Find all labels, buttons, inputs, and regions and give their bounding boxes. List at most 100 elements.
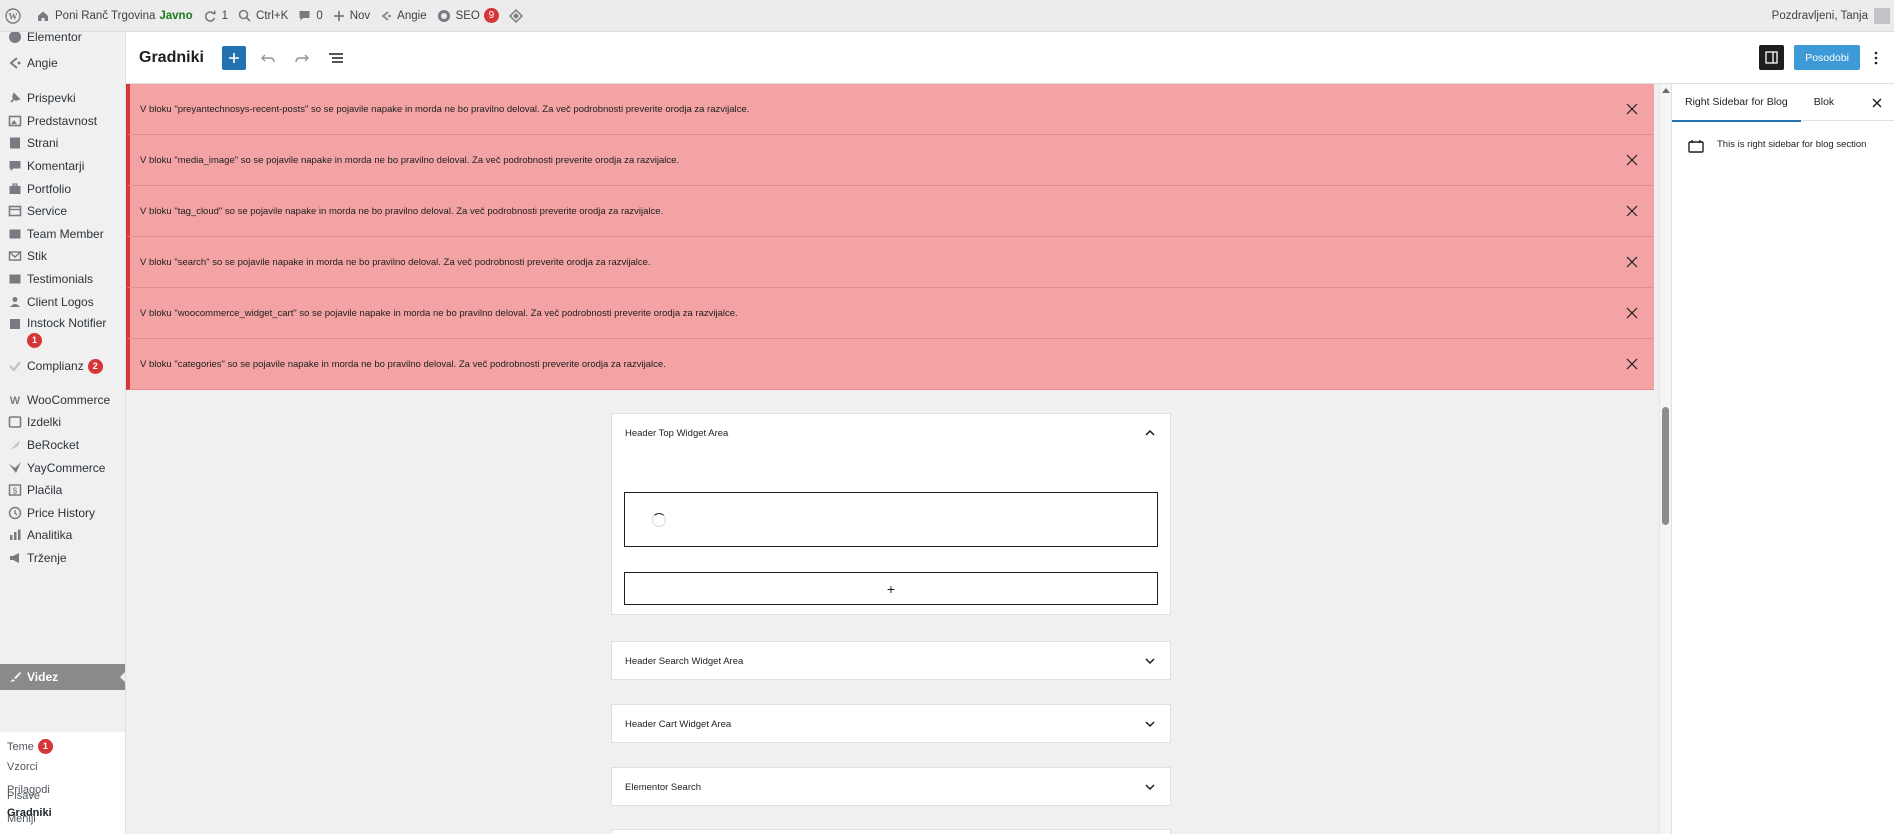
angie-link[interactable]: Angie [375, 0, 431, 32]
menu-item-trzenje[interactable]: Trženje [0, 547, 125, 569]
menu-item-client-logos[interactable]: Client Logos [0, 291, 125, 313]
menu-item-elementor[interactable]: Elementor [0, 32, 125, 44]
editor-header: Gradniki Posodobi [126, 32, 1894, 84]
menu-item-angie[interactable]: Angie [0, 52, 125, 74]
seo-count-badge: 9 [483, 8, 499, 23]
widget-area-header[interactable]: Header Cart Widget Area [612, 705, 1170, 744]
site-name-link[interactable]: Poni Ranč Trgovina Javno [31, 0, 198, 32]
scrollbar-thumb[interactable] [1662, 407, 1669, 525]
menu-item-komentarji[interactable]: Komentarji [0, 155, 125, 177]
wordpress-logo-button[interactable]: W [0, 0, 31, 32]
dismiss-notice-button[interactable] [1624, 254, 1640, 270]
menu-item-strani[interactable]: Strani [0, 132, 125, 154]
comments-link[interactable]: 0 [293, 0, 327, 32]
chart-icon [5, 527, 25, 543]
widget-area-panel [611, 829, 1171, 834]
updates-link[interactable]: 1 [198, 0, 233, 32]
close-sidebar-button[interactable] [1870, 96, 1883, 109]
dismiss-notice-button[interactable] [1624, 356, 1640, 372]
menu-item-team-member[interactable]: Team Member [0, 223, 125, 245]
updates-count: 1 [221, 9, 229, 22]
error-notice: V bloku "media_image" so se pojavile nap… [126, 135, 1654, 186]
search-icon [238, 9, 251, 22]
widget-area-icon [1688, 140, 1704, 153]
menu-item-izdelki[interactable]: Izdelki [0, 411, 125, 433]
close-icon [1626, 205, 1638, 217]
dismiss-notice-button[interactable] [1624, 101, 1640, 117]
submenu-item-pisave[interactable]: Pisave [7, 790, 40, 802]
menu-item-placila[interactable]: $ Plačila [0, 479, 125, 501]
pin-icon [5, 90, 25, 106]
menu-item-woocommerce[interactable]: W WooCommerce [0, 389, 125, 411]
submenu-label: Teme [7, 740, 34, 753]
redo-button[interactable] [290, 46, 314, 70]
loading-block[interactable] [624, 492, 1158, 547]
menu-item-analitika[interactable]: Analitika [0, 524, 125, 546]
list-view-button[interactable] [324, 46, 348, 70]
account-menu[interactable]: Pozdravljeni, Tanja [1771, 7, 1894, 24]
menu-item-berocket[interactable]: BeRocket [0, 434, 125, 456]
menu-item-predstavnost[interactable]: Predstavnost [0, 110, 125, 132]
redo-icon [295, 54, 309, 62]
menu-item-testimonials[interactable]: Testimonials [0, 268, 125, 290]
undo-icon [260, 54, 275, 62]
archive-icon [5, 414, 25, 430]
search-shortcut: Ctrl+K [256, 9, 289, 22]
check-icon [5, 358, 25, 374]
berocket-icon [5, 437, 25, 453]
widget-area-header[interactable]: Header Search Widget Area [612, 642, 1170, 681]
settings-toggle-button[interactable] [1759, 45, 1785, 70]
menu-label: Predstavnost [27, 114, 98, 128]
avatar [1874, 7, 1890, 24]
diamond-plugin-button[interactable] [504, 0, 533, 32]
tab-block[interactable]: Blok [1801, 84, 1847, 121]
dismiss-notice-button[interactable] [1624, 203, 1640, 219]
greeting: Pozdravljeni, Tanja [1771, 9, 1868, 22]
add-block-button[interactable]: + [624, 572, 1158, 605]
chevron-down-icon [1144, 781, 1156, 793]
widget-area-header[interactable]: Header Top Widget Area [612, 414, 1170, 453]
submenu-item-teme[interactable]: Teme 1 [7, 739, 53, 754]
options-menu-button[interactable] [1866, 45, 1886, 70]
menu-item-stik[interactable]: Stik [0, 245, 125, 267]
menu-item-videz[interactable]: Videz [0, 664, 125, 690]
comments-count: 0 [316, 9, 323, 22]
spinner-icon [652, 513, 666, 527]
chevron-down-icon [1144, 718, 1156, 730]
submenu-item-vzorci[interactable]: Vzorci [7, 761, 38, 773]
menu-item-instock-notifier[interactable]: Instock Notifier 1 [0, 313, 125, 351]
close-icon [1626, 256, 1638, 268]
menu-label: Elementor [27, 32, 82, 44]
angie-label: Angie [397, 9, 427, 22]
menu-item-service[interactable]: Service [0, 200, 125, 222]
menu-item-yaycommerce[interactable]: YayCommerce [0, 457, 125, 479]
menu-item-portfolio[interactable]: Portfolio [0, 178, 125, 200]
menu-item-prispevki[interactable]: Prispevki [0, 87, 125, 109]
notice-text: V bloku "preyantechnosys-recent-posts" s… [140, 103, 750, 115]
vertical-scrollbar[interactable] [1659, 84, 1671, 834]
widget-area-header[interactable]: Elementor Search [612, 768, 1170, 807]
menu-label: Instock Notifier [27, 316, 107, 330]
block-inserter-button[interactable] [221, 45, 246, 70]
command-search-button[interactable]: Ctrl+K [233, 0, 293, 32]
angie-icon [381, 10, 391, 21]
menu-item-price-history[interactable]: Price History [0, 502, 125, 524]
plus-icon [333, 10, 344, 21]
seo-menu[interactable]: SEO 9 [432, 0, 504, 32]
undo-button[interactable] [256, 46, 280, 70]
dismiss-notice-button[interactable] [1624, 152, 1640, 168]
seo-label: SEO [455, 9, 480, 22]
update-button[interactable]: Posodobi [1794, 45, 1860, 70]
wordpress-icon: W [5, 7, 21, 24]
payment-icon: $ [5, 482, 25, 498]
tab-widget-area[interactable]: Right Sidebar for Blog [1672, 84, 1801, 122]
dismiss-notice-button[interactable] [1624, 305, 1640, 321]
widget-area-description: This is right sidebar for blog section [1717, 139, 1867, 150]
media-icon [5, 113, 25, 129]
notifier-icon [5, 316, 25, 332]
submenu-item-meniji[interactable]: Meniji [7, 813, 36, 825]
widget-area-title: Header Cart Widget Area [625, 719, 732, 730]
refresh-icon [204, 9, 216, 22]
menu-item-complianz[interactable]: Complianz 2 [0, 355, 125, 377]
new-content-link[interactable]: Nov [328, 0, 375, 32]
